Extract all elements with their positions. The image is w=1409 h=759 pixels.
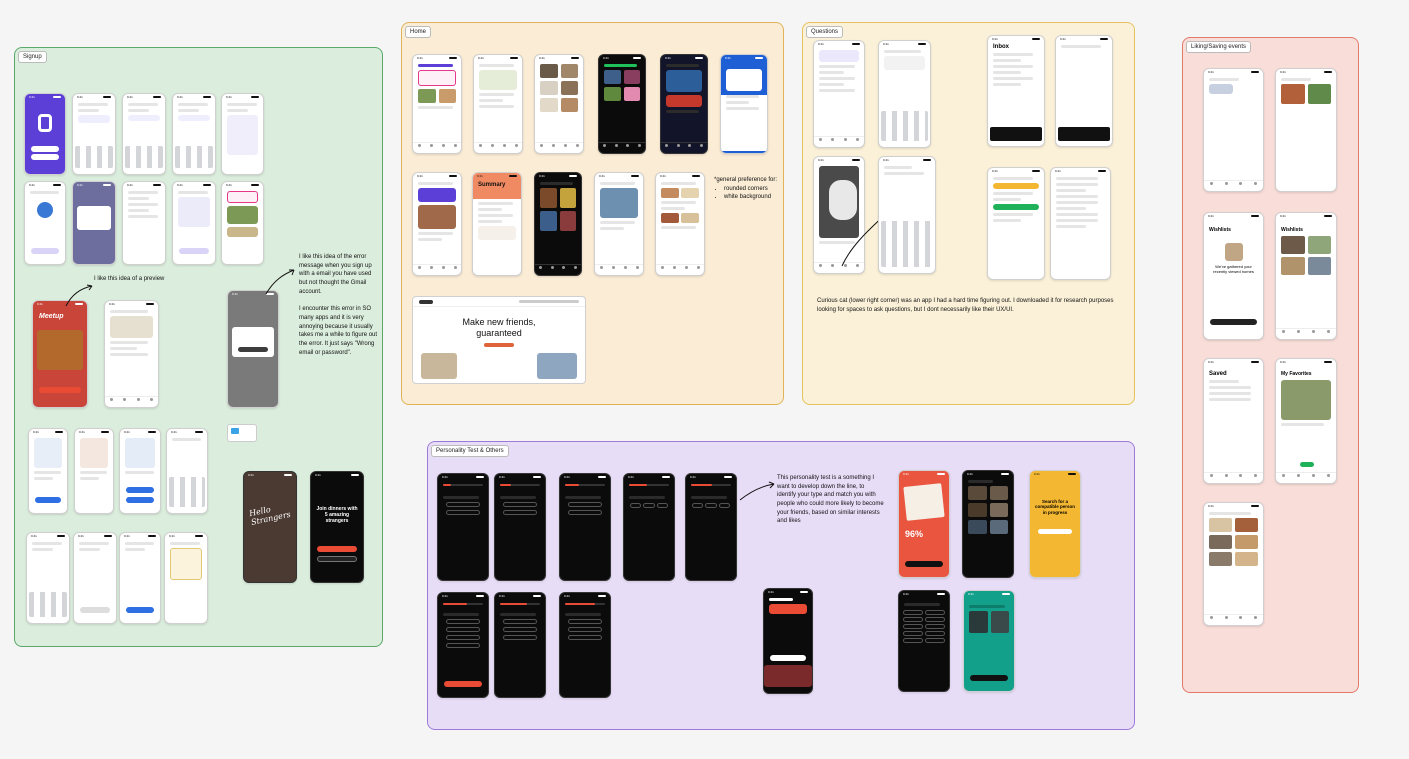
phone-screen[interactable]: 9:41 — [104, 300, 159, 408]
phone-screen[interactable]: 9:41 — [74, 428, 114, 514]
phone-screen[interactable]: 9:41 Saved — [1203, 358, 1264, 484]
note-heading: *general preference for: — [714, 177, 778, 183]
phone-screen[interactable]: 9:41 — [172, 181, 216, 265]
phone-screen[interactable]: 9:41 — [26, 532, 70, 624]
note-item: white background — [724, 193, 784, 202]
make-friends-title: Make new friends, guaranteed — [462, 317, 536, 338]
phone-screen[interactable]: 9:41 — [494, 473, 546, 581]
phone-screen[interactable]: 9:41 Summary — [472, 172, 522, 276]
phone-screen[interactable]: 9:41 — [720, 54, 768, 154]
phone-screen[interactable]: 9:41 — [437, 592, 489, 698]
phone-screen[interactable]: 9:41 — [987, 167, 1045, 280]
phone-screen[interactable]: 9:41 — [598, 54, 646, 154]
my-favorites-title: My Favorites — [1281, 371, 1312, 377]
phone-screen[interactable]: 9:41 — [166, 428, 208, 514]
phone-screen[interactable]: 9:41 My Favorites — [1275, 358, 1337, 484]
wishlists-title: Wishlists — [1209, 227, 1231, 233]
section-label: Signup — [18, 51, 47, 63]
phone-screen[interactable]: 9:41 — [655, 172, 705, 276]
note-curious-cat[interactable]: Curious cat (lower right corner) was an … — [817, 297, 1117, 314]
note-error-message[interactable]: I like this idea of the error message wh… — [299, 253, 379, 357]
wishlists-title: Wishlists — [1281, 227, 1303, 233]
phone-screen[interactable]: 9:41 — [172, 93, 216, 175]
phone-screen[interactable]: 9:41 — [28, 428, 68, 514]
phone-screen[interactable]: 9:41 — [473, 54, 523, 154]
phone-screen[interactable]: 9:41 — [623, 473, 675, 581]
phone-screen[interactable]: 9:41 — [763, 588, 813, 694]
phone-screen[interactable]: 9:41 — [594, 172, 644, 276]
phone-screen[interactable]: 9:41 — [221, 181, 264, 265]
phone-screen[interactable]: 9:41 Wishlists — [1275, 212, 1337, 340]
join-dinners-title: Join dinners with 5 amazing strangers — [316, 506, 358, 524]
recently-viewed-text: We've gathered your recently viewed home… — [1213, 264, 1254, 274]
inbox-title: Inbox — [993, 44, 1009, 50]
phone-screen[interactable]: 9:41 — [227, 290, 279, 408]
phone-screen[interactable]: 9:41 — [1203, 502, 1264, 626]
phone-screen[interactable]: 9:41 — [878, 156, 936, 274]
phone-screen[interactable]: 9:41 — [437, 473, 489, 581]
arrow-annotation — [265, 269, 295, 295]
phone-screen[interactable]: 9:41 — [1055, 35, 1113, 147]
phone-screen[interactable]: 9:41 — [660, 54, 708, 154]
phone-screen[interactable]: 9:41 Wishlists We've gathered your recen… — [1203, 212, 1264, 340]
phone-screen[interactable]: 9:41 — [73, 532, 117, 624]
phone-screen[interactable]: 9:41 — [122, 181, 166, 265]
phone-screen[interactable]: 9:41 — [122, 93, 166, 175]
phone-screen[interactable]: 9:41 — [494, 592, 546, 698]
summary-title: Summary — [478, 182, 506, 188]
note-general-preference[interactable]: *general preference for: rounded corners… — [714, 176, 784, 202]
phone-screen[interactable]: 9:41 Search for a compatible person in p… — [1029, 470, 1081, 578]
phone-screen[interactable]: 9:41 — [119, 428, 161, 514]
section-label: Questions — [806, 26, 844, 38]
phone-screen[interactable]: 9:41 — [559, 592, 611, 698]
phone-screen[interactable]: 9:41 — [24, 181, 66, 265]
phone-screen[interactable]: 9:41 — [221, 93, 264, 175]
phone-screen[interactable]: 9:41 — [72, 181, 116, 265]
phone-screen[interactable]: 9:41 — [119, 532, 161, 624]
phone-screen[interactable]: 9:41 — [72, 93, 116, 175]
saved-title: Saved — [1209, 371, 1227, 377]
phone-screen[interactable]: 9:41 Meetup — [32, 300, 88, 408]
phone-screen[interactable]: 9:41 — [878, 40, 931, 148]
phone-screen[interactable]: 9:41 — [534, 172, 582, 276]
phone-screen[interactable]: 9:41 — [24, 93, 66, 175]
phone-screen[interactable]: 9:41 — [963, 590, 1015, 692]
phone-screen[interactable]: 9:41 — [1203, 68, 1264, 192]
phone-screen[interactable]: 9:41 — [1275, 68, 1337, 192]
phone-screen[interactable]: 9:41 Inbox — [987, 35, 1045, 147]
phone-screen[interactable]: 9:41 — [164, 532, 208, 624]
note-personality-test[interactable]: This personality test is a something I w… — [777, 474, 885, 526]
phone-screen[interactable]: 9:41 Hello Strangers — [243, 471, 297, 583]
phone-screen[interactable]: 9:41 — [685, 473, 737, 581]
phone-screen[interactable]: 9:41 — [534, 54, 584, 154]
phone-screen[interactable]: 9:41 — [962, 470, 1014, 578]
phone-screen[interactable]: 9:41 96% — [898, 470, 950, 578]
phone-screen[interactable]: 9:41 — [813, 40, 865, 148]
small-card[interactable] — [227, 424, 257, 442]
whiteboard-canvas[interactable]: Signup 9:41 9:41 9:41 9:41 9:41 9:41 9:4… — [0, 0, 1409, 759]
note-item: rounded corners — [724, 185, 784, 194]
hello-strangers-title: Hello Strangers — [248, 504, 292, 527]
match-percent: 96% — [905, 529, 924, 539]
search-compatible-title: Search for a compatible person in progre… — [1034, 499, 1075, 515]
section-label: Personality Test & Others — [431, 445, 509, 457]
note-preview[interactable]: I like this idea of a preview — [94, 275, 204, 284]
arrow-annotation — [739, 481, 775, 501]
phone-screen[interactable]: 9:41 — [1050, 167, 1111, 280]
phone-screen[interactable]: 9:41 Join dinners with 5 amazing strange… — [310, 471, 364, 583]
arrow-annotation — [65, 284, 93, 307]
phone-screen[interactable]: 9:41 — [412, 54, 462, 154]
phone-screen[interactable]: 9:41 — [898, 590, 950, 692]
section-label: Liking/Saving events — [1186, 41, 1252, 53]
web-screenshot-card[interactable]: Make new friends, guaranteed — [412, 296, 586, 384]
phone-screen[interactable]: 9:41 — [559, 473, 611, 581]
section-label: Home — [405, 26, 432, 38]
phone-screen[interactable]: 9:41 — [412, 172, 462, 276]
